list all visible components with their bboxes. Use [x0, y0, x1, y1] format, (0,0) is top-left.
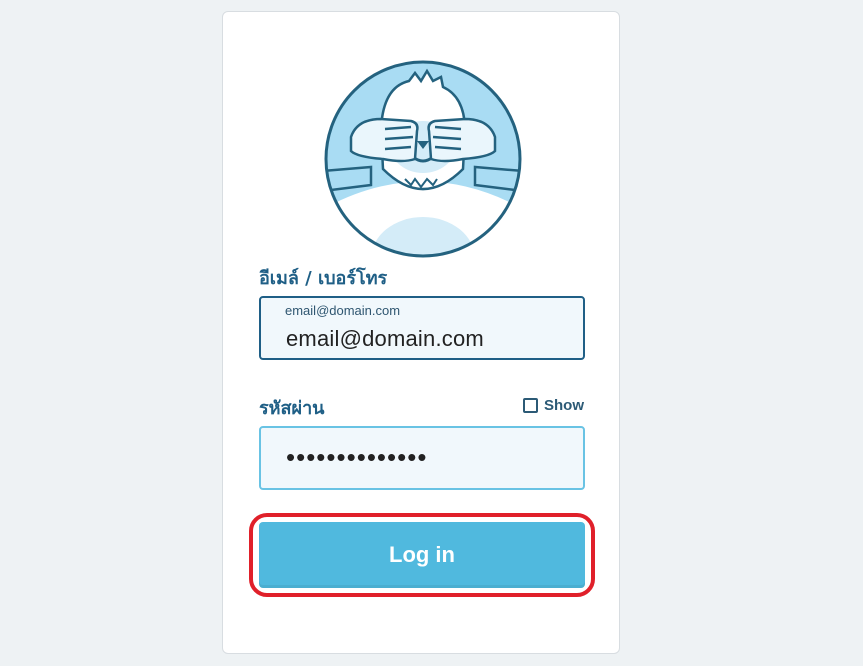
- email-input-value: email@domain.com: [286, 326, 484, 351]
- password-field[interactable]: ••••••••••••••: [259, 426, 585, 490]
- show-password-checkbox[interactable]: [523, 398, 538, 413]
- password-input-value: ••••••••••••••: [286, 442, 428, 472]
- login-button[interactable]: Log in: [259, 522, 585, 588]
- yeti-covering-eyes-icon: [324, 60, 522, 258]
- email-floating-label: email@domain.com: [285, 303, 401, 318]
- show-password-toggle[interactable]: Show: [523, 397, 584, 414]
- password-label: รหัสผ่าน: [259, 398, 325, 419]
- show-password-label: Show: [544, 397, 584, 414]
- email-field[interactable]: email@domain.com email@domain.com: [259, 296, 585, 360]
- login-card: อีเมล์ / เบอร์โทร email@domain.com email…: [222, 11, 620, 654]
- email-label: อีเมล์ / เบอร์โทร: [259, 268, 388, 289]
